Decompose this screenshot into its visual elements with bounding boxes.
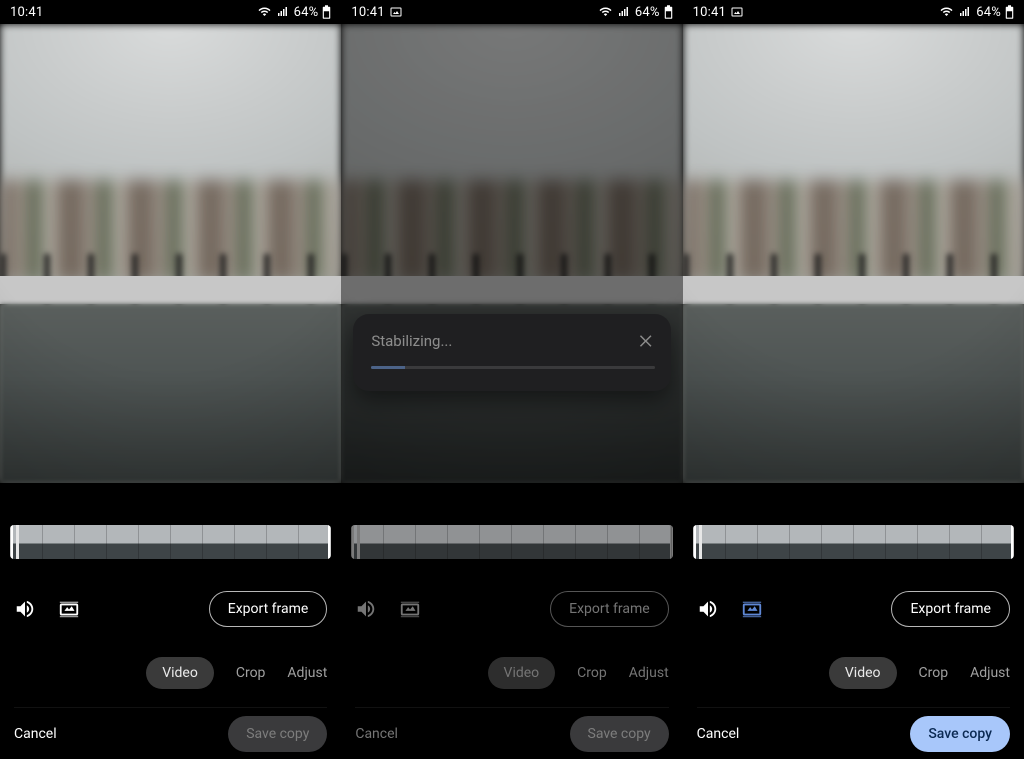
trim-handle-start: [351, 525, 354, 559]
status-time: 10:41: [351, 5, 384, 20]
stabilizing-dialog: Stabilizing...: [353, 314, 670, 391]
battery-icon: [664, 5, 673, 19]
save-copy-button: Save copy: [228, 716, 327, 752]
tab-adjust[interactable]: Adjust: [970, 665, 1010, 681]
stabilize-icon[interactable]: [741, 598, 763, 620]
tab-crop[interactable]: Crop: [236, 665, 266, 681]
cell-signal-icon: [617, 6, 631, 18]
status-battery-text: 64%: [635, 5, 660, 20]
video-timeline[interactable]: [693, 525, 1014, 559]
cancel-button[interactable]: Cancel: [14, 726, 57, 742]
edit-tabs: Video Crop Adjust: [697, 653, 1010, 693]
status-bar: 10:41 64%: [0, 0, 341, 24]
trim-handle-start[interactable]: [693, 525, 696, 559]
export-frame-button[interactable]: Export frame: [209, 591, 328, 627]
tab-video: Video: [488, 657, 556, 689]
tab-crop[interactable]: Crop: [919, 665, 949, 681]
cell-signal-icon: [276, 6, 290, 18]
tab-crop: Crop: [577, 665, 607, 681]
save-copy-button[interactable]: Save copy: [910, 716, 1010, 752]
screen-2: 10:41 64% Stabilizing...: [341, 0, 682, 759]
wifi-icon: [939, 6, 954, 18]
tab-video[interactable]: Video: [146, 657, 214, 689]
scrubber[interactable]: [699, 525, 702, 559]
stabilize-icon[interactable]: [58, 598, 80, 620]
audio-icon: [355, 598, 377, 620]
scrubber[interactable]: [16, 525, 19, 559]
audio-icon[interactable]: [697, 598, 719, 620]
edit-tabs: Video Crop Adjust: [14, 653, 327, 693]
video-timeline: [351, 525, 672, 559]
status-time: 10:41: [10, 5, 43, 20]
screen-3: 10:41 64%: [683, 0, 1024, 759]
cancel-button[interactable]: Cancel: [697, 726, 740, 742]
battery-icon: [322, 5, 331, 19]
editor-controls: Export frame Video Crop Adjust Cancel Sa…: [683, 483, 1024, 759]
wifi-icon: [257, 6, 272, 18]
trim-handle-end[interactable]: [328, 525, 331, 559]
status-battery-text: 64%: [294, 5, 319, 20]
edit-tabs: Video Crop Adjust: [355, 653, 668, 693]
battery-icon: [1005, 5, 1014, 19]
trim-handle-end: [670, 525, 673, 559]
tab-adjust[interactable]: Adjust: [287, 665, 327, 681]
stabilize-icon: [399, 598, 421, 620]
video-timeline[interactable]: [10, 525, 331, 559]
save-copy-button: Save copy: [570, 716, 669, 752]
screen-1: 10:41 64%: [0, 0, 341, 759]
trim-handle-start[interactable]: [10, 525, 13, 559]
close-icon[interactable]: [637, 332, 655, 350]
status-time: 10:41: [693, 5, 726, 20]
editor-controls: Export frame Video Crop Adjust Cancel Sa…: [0, 483, 341, 759]
status-bar: 10:41 64%: [683, 0, 1024, 24]
status-battery-text: 64%: [976, 5, 1001, 20]
tab-video[interactable]: Video: [829, 657, 897, 689]
cancel-button[interactable]: Cancel: [355, 726, 398, 742]
tab-adjust: Adjust: [629, 665, 669, 681]
scrubber: [357, 525, 360, 559]
video-preview[interactable]: [0, 24, 341, 483]
editor-controls: Export frame Video Crop Adjust Cancel Sa…: [341, 483, 682, 759]
dialog-title: Stabilizing...: [371, 332, 452, 350]
landscape-icon: [730, 6, 744, 18]
status-bar: 10:41 64%: [341, 0, 682, 24]
export-frame-button: Export frame: [550, 591, 669, 627]
trim-handle-end[interactable]: [1011, 525, 1014, 559]
cell-signal-icon: [958, 6, 972, 18]
video-preview: Stabilizing...: [341, 24, 682, 483]
video-preview[interactable]: [683, 24, 1024, 483]
progress-fill: [371, 366, 405, 369]
export-frame-button[interactable]: Export frame: [891, 591, 1010, 627]
audio-icon[interactable]: [14, 598, 36, 620]
wifi-icon: [598, 6, 613, 18]
landscape-icon: [389, 6, 403, 18]
progress-bar: [371, 366, 654, 369]
